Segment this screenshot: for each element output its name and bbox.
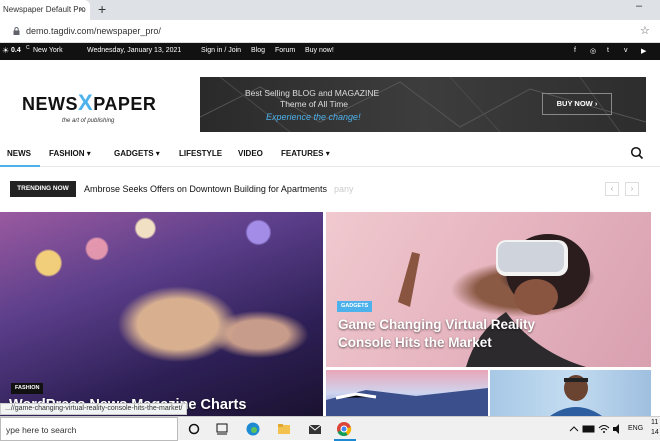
signin-link[interactable]: Sign in / Join [201, 47, 241, 54]
logo-right: PAPER [93, 94, 157, 114]
browser-tab-bar: Newspaper Default Pro × + – [0, 0, 660, 20]
banner-cta-text: Experience the change! [266, 112, 361, 122]
weather-location: New York [33, 47, 63, 54]
lock-icon [13, 27, 20, 35]
new-tab-button[interactable]: + [98, 1, 106, 17]
weather-icon: ☀ [2, 46, 10, 55]
volume-icon[interactable] [610, 421, 626, 437]
forum-link[interactable]: Forum [275, 47, 295, 54]
nav-fashion[interactable]: FASHION ▾ [49, 149, 91, 158]
twitter-icon[interactable]: t [607, 47, 609, 54]
main-nav: NEWS FASHION ▾ GADGETS ▾ LIFESTYLE VIDEO… [0, 140, 660, 167]
buy-now-link[interactable]: Buy now! [305, 47, 334, 54]
site-top-bar: ☀ 0.4 C New York Wednesday, January 13, … [0, 43, 660, 60]
chrome-icon[interactable] [336, 421, 352, 437]
language-indicator[interactable]: ENG [628, 425, 643, 432]
trending-prev-button[interactable]: ‹ [605, 182, 619, 196]
mail-icon[interactable] [307, 421, 323, 437]
nav-lifestyle[interactable]: LIFESTYLE [179, 149, 222, 158]
nav-video[interactable]: VIDEO [238, 149, 263, 158]
minimize-button[interactable]: – [636, 0, 642, 12]
edge-icon[interactable] [245, 421, 261, 437]
vimeo-icon[interactable]: v [624, 47, 628, 54]
logo-x: X [78, 90, 94, 115]
cortana-icon[interactable] [186, 421, 202, 437]
task-view-icon[interactable] [214, 421, 230, 437]
nav-gadgets[interactable]: GADGETS ▾ [114, 149, 160, 158]
banner-headline: Best Selling BLOG and MAGAZINE [245, 88, 380, 98]
weather-temp: 0.4 [11, 47, 21, 54]
youtube-icon[interactable]: ▶ [641, 47, 646, 55]
bookmark-star-icon[interactable]: ☆ [640, 24, 650, 37]
logo-tagline: the art of publishing [62, 118, 115, 124]
trending-headline[interactable]: Ambrose Seeks Offers on Downtown Buildin… [84, 184, 327, 194]
fashion-category-badge[interactable]: FASHION [11, 383, 44, 394]
battery-icon[interactable] [581, 421, 597, 437]
banner-subline: Theme of All Time [280, 99, 349, 109]
article-thumb-santorini[interactable] [326, 370, 488, 416]
taskbar-date[interactable]: 14 [651, 429, 659, 436]
file-explorer-icon[interactable] [276, 421, 292, 437]
header-ad-banner[interactable]: Best Selling BLOG and MAGAZINE Theme of … [200, 77, 646, 132]
windows-taskbar: ype here to search ENG 11 14 [0, 416, 660, 441]
tab-close-icon[interactable]: × [79, 4, 84, 14]
top-date: Wednesday, January 13, 2021 [87, 47, 182, 54]
island-illustration [326, 388, 488, 416]
weather-unit: C [26, 45, 30, 51]
taskbar-time[interactable]: 11 [651, 419, 658, 426]
facebook-icon[interactable]: f [574, 47, 576, 54]
browser-tab[interactable]: Newspaper Default Pro × [0, 0, 90, 20]
url-text[interactable]: demo.tagdiv.com/newspaper_pro/ [26, 26, 161, 36]
banner-buy-now-button[interactable]: BUY NOW › [542, 93, 612, 115]
trending-next-button[interactable]: › [625, 182, 639, 196]
nav-active-underline [0, 165, 40, 167]
logo-left: NEWS [22, 94, 78, 114]
tray-chevron-icon[interactable] [566, 421, 582, 437]
gadgets-category-badge[interactable]: GADGETS [337, 301, 373, 312]
blog-link[interactable]: Blog [251, 47, 265, 54]
gadgets-article-title[interactable]: Game Changing Virtual Reality Console Hi… [338, 316, 578, 352]
nav-news[interactable]: NEWS [7, 149, 31, 158]
browser-status-url: ...//game-changing-virtual-reality-conso… [0, 403, 188, 415]
person-illustration [550, 375, 602, 416]
site-logo[interactable]: NEWSXPAPER the art of publishing [22, 90, 182, 124]
tab-title: Newspaper Default Pro [3, 5, 86, 14]
trending-label: TRENDING NOW [10, 181, 76, 197]
logo-wordmark: NEWSXPAPER [22, 90, 182, 116]
instagram-icon[interactable]: ◎ [590, 47, 596, 55]
address-bar[interactable]: demo.tagdiv.com/newspaper_pro/ ☆ [0, 20, 660, 43]
article-thumb-businessman[interactable] [490, 370, 651, 416]
featured-image-fashion[interactable] [0, 212, 323, 416]
trending-next-ghost: pany [334, 184, 354, 194]
search-icon[interactable] [630, 146, 644, 160]
nav-features[interactable]: FEATURES ▾ [281, 149, 330, 158]
taskbar-search-box[interactable]: ype here to search [0, 417, 178, 441]
